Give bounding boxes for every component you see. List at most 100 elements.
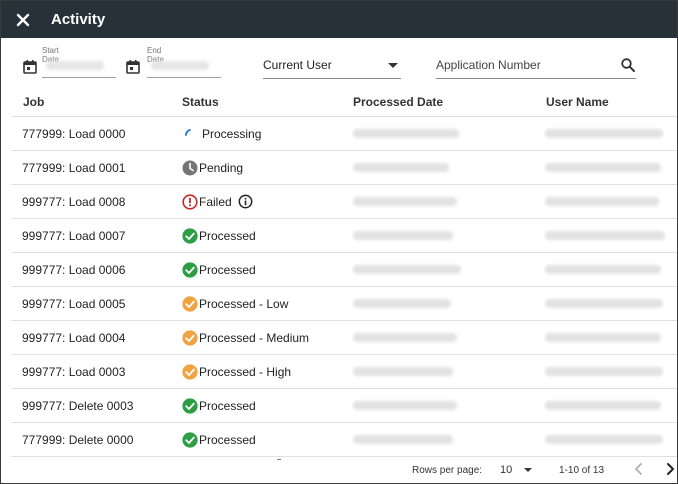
table-row[interactable]: 999777: Load 0007 Processed: [11, 219, 677, 253]
processed-date-cell: [343, 129, 535, 138]
status-label: Processed: [199, 228, 256, 243]
status-cell: Processed: [171, 397, 343, 414]
status-cell: Processed: [171, 261, 343, 278]
check-orange-icon: [182, 329, 198, 346]
status-cell: Processed - Medium: [171, 329, 343, 346]
table-row[interactable]: 777999: Load 0000 Processing: [11, 117, 677, 151]
processed-date-cell: [343, 333, 535, 342]
table-row[interactable]: 777999: Delete 0000 Processed: [11, 423, 677, 457]
dialog-title: Activity: [51, 11, 106, 28]
redacted-value: [353, 435, 453, 444]
end-date-field[interactable]: [147, 56, 221, 78]
user-name-cell: [535, 163, 677, 172]
chevron-left-icon[interactable]: [631, 461, 647, 477]
caret-down-icon: [388, 62, 398, 68]
rows-per-page-select[interactable]: 10: [500, 461, 532, 479]
check-green-icon: [182, 261, 198, 278]
processed-date-cell: [343, 231, 535, 240]
status-label: Processed - Medium: [199, 330, 310, 345]
redacted-value: [545, 129, 663, 138]
redacted-value: [353, 231, 453, 240]
user-select[interactable]: Current User: [263, 55, 401, 79]
job-cell: 999777: Load 0007: [22, 228, 126, 243]
status-label: Failed: [199, 194, 232, 209]
status-cell: Processed - Low: [171, 295, 343, 312]
status-cell: Processed: [171, 431, 343, 448]
job-cell: 999777: Load 0005: [22, 296, 126, 311]
check-green-icon: [182, 397, 198, 414]
user-name-cell: [535, 401, 677, 410]
status-label: Processing: [202, 126, 262, 141]
table-row[interactable]: 999777: Load 0005 Processed - Low: [11, 287, 677, 321]
job-cell: 999777: Delete 0003: [22, 398, 134, 413]
calendar-icon[interactable]: [125, 59, 141, 75]
check-orange-icon: [182, 363, 198, 380]
processed-date-cell: [343, 367, 535, 376]
start-date-field[interactable]: [42, 56, 116, 78]
caret-down-icon: [524, 468, 532, 472]
check-green-icon: [182, 227, 198, 244]
job-cell: 999777: Load 0004: [22, 330, 126, 345]
user-name-cell: [535, 435, 677, 444]
column-header-user-name[interactable]: User Name: [535, 95, 677, 109]
redacted-value: [545, 231, 665, 240]
table-row[interactable]: 777999: Load 0001 Pending: [11, 151, 677, 185]
filter-bar: Start Date End Date Current User: [1, 41, 677, 86]
rows-per-page-label: Rows per page:: [412, 465, 483, 476]
status-cell: Failed: [171, 193, 343, 210]
table-row[interactable]: 999777: Load 0003 Processed - High: [11, 355, 677, 389]
table-row[interactable]: 999777: Load 0006 Processed: [11, 253, 677, 287]
job-cell: 777999: Load 0000: [22, 126, 126, 141]
status-label: Processed: [199, 398, 256, 413]
rows-per-page-value: 10: [500, 464, 513, 476]
processed-date-cell: [343, 197, 535, 206]
column-header-processed-date[interactable]: Processed Date: [343, 95, 535, 109]
column-header-status[interactable]: Status: [171, 95, 343, 109]
application-number-input[interactable]: [436, 58, 596, 72]
processed-date-cell: [343, 265, 535, 274]
pagination-bar: Rows per page: 10 1-10 of 13: [1, 453, 678, 483]
job-cell: 999777: Load 0003: [22, 364, 126, 379]
start-date-value-redacted: [46, 61, 104, 70]
status-label: Processed - Low: [199, 296, 289, 311]
close-icon: [16, 13, 30, 26]
close-button[interactable]: [8, 5, 38, 35]
redacted-value: [353, 401, 457, 410]
spinner-icon: [185, 128, 191, 136]
user-name-cell: [535, 299, 677, 308]
redacted-value: [545, 401, 661, 410]
user-name-cell: [535, 367, 677, 376]
redacted-value: [353, 163, 449, 172]
processed-date-cell: [343, 435, 535, 444]
redacted-value: [353, 333, 457, 342]
check-green-icon: [182, 431, 198, 448]
status-cell: Processing: [171, 126, 343, 142]
redacted-value: [545, 163, 661, 172]
status-cell: Processed: [171, 227, 343, 244]
job-cell: 999777: Load 0006: [22, 262, 126, 277]
clock-icon: [182, 160, 198, 175]
info-icon[interactable]: [238, 194, 253, 209]
redacted-value: [545, 299, 663, 308]
column-header-job[interactable]: Job: [11, 95, 171, 109]
search-icon[interactable]: [620, 57, 636, 73]
divider: [277, 459, 281, 460]
redacted-value: [353, 197, 457, 206]
redacted-value: [545, 333, 661, 342]
check-orange-icon: [182, 295, 198, 312]
table-row[interactable]: 999777: Load 0004 Processed - Medium: [11, 321, 677, 355]
chevron-right-icon[interactable]: [663, 461, 678, 477]
user-select-value: Current User: [263, 58, 332, 72]
redacted-value: [545, 367, 663, 376]
calendar-icon[interactable]: [22, 59, 38, 75]
status-cell: Pending: [171, 160, 343, 176]
processed-date-cell: [343, 163, 535, 172]
redacted-value: [545, 435, 663, 444]
table-header: Job Status Processed Date User Name: [11, 87, 677, 117]
redacted-value: [353, 299, 451, 308]
table-row[interactable]: 999777: Load 0008 Failed: [11, 185, 677, 219]
title-bar: Activity: [1, 1, 677, 38]
redacted-value: [545, 197, 659, 206]
application-number-search[interactable]: [436, 55, 636, 79]
table-row[interactable]: 999777: Delete 0003 Processed: [11, 389, 677, 423]
